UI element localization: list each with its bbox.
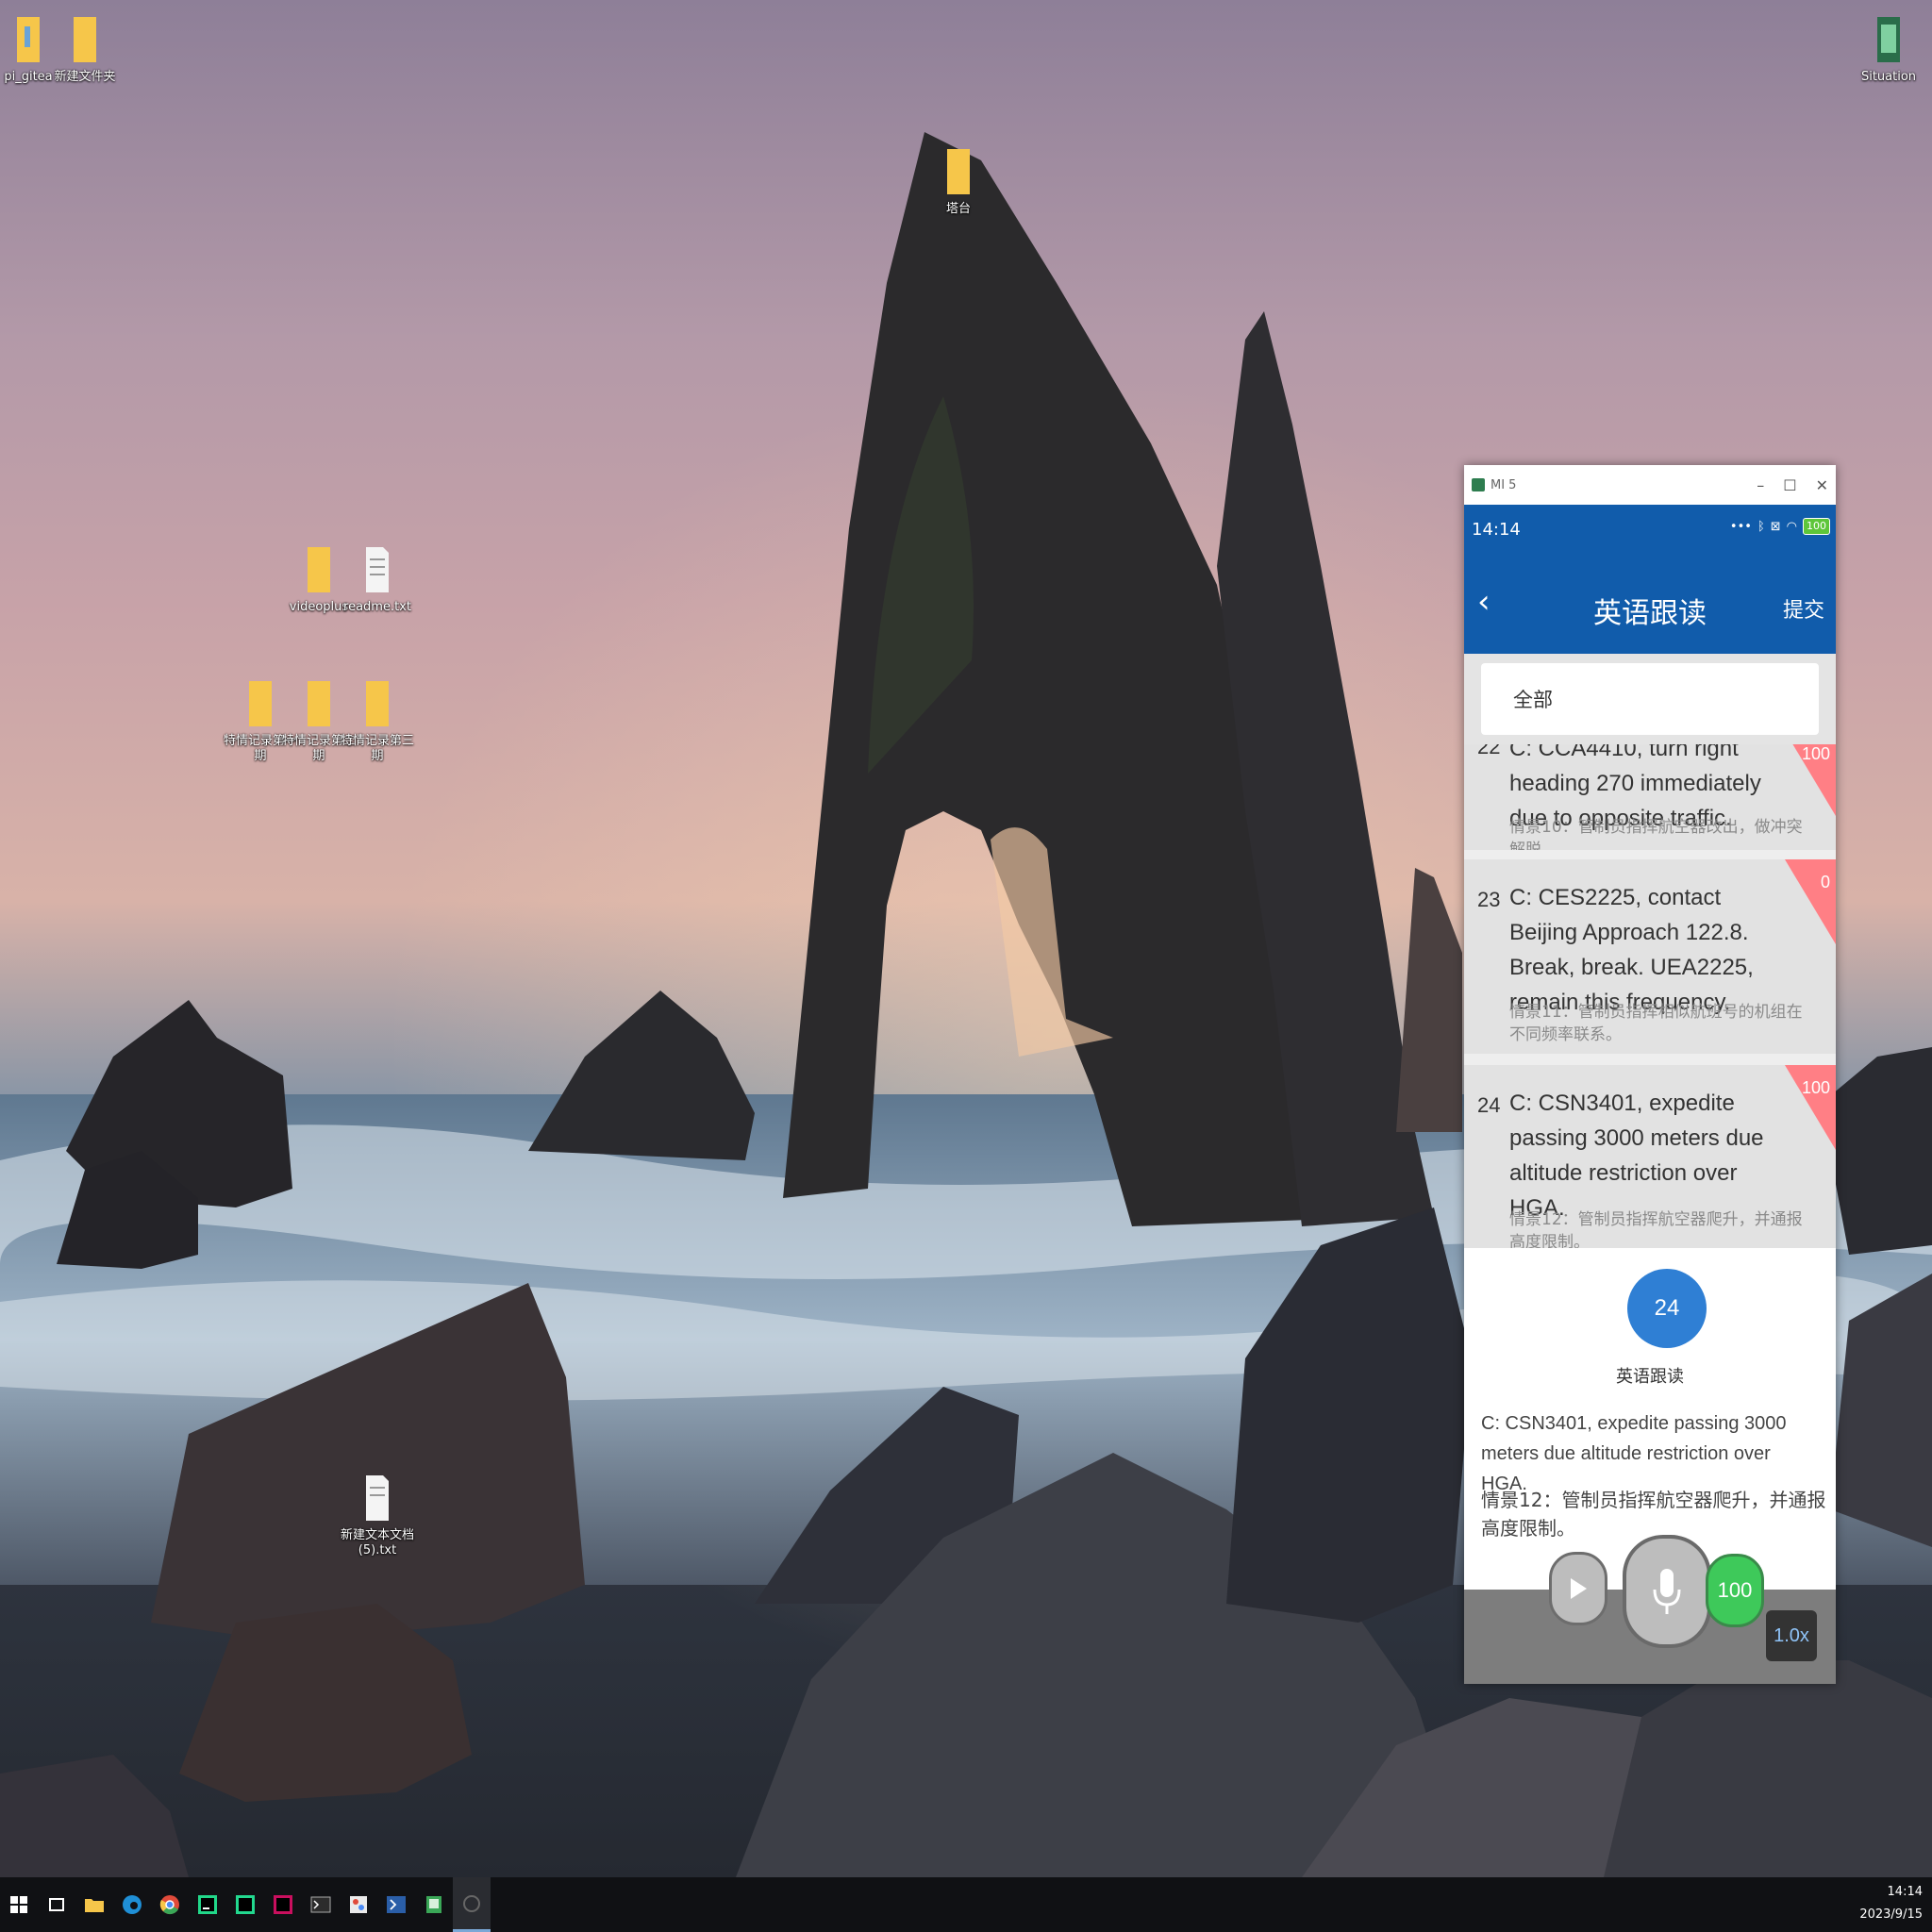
submit-button[interactable]: 提交 — [1783, 593, 1824, 624]
paint-icon — [350, 1896, 367, 1913]
folder-icon — [308, 681, 330, 726]
folder-icon — [74, 17, 96, 62]
taskbar-chrome[interactable] — [151, 1877, 189, 1932]
taskbar-active-app[interactable] — [453, 1877, 491, 1932]
item-score: 100 — [1801, 1078, 1830, 1097]
minimize-icon[interactable]: – — [1757, 476, 1764, 494]
system-clock[interactable]: 14:14 2023/9/15 — [1859, 1881, 1923, 1926]
folder-icon — [366, 681, 389, 726]
desktop-icon-new-folder[interactable]: 新建文件夹 — [45, 13, 125, 85]
taskbar-edge[interactable] — [113, 1877, 151, 1932]
wifi-icon: ◠ — [1786, 519, 1797, 534]
phone-status-bar: 14:14 ••• ᛒ ⊠ ◠ 100 — [1464, 505, 1836, 554]
taskbar-rider[interactable] — [264, 1877, 302, 1932]
status-time: 14:14 — [1472, 519, 1521, 540]
detail-label: 英语跟读 — [1616, 1367, 1684, 1387]
item-score: 100 — [1801, 744, 1830, 763]
filter-bar: 全部 — [1464, 654, 1836, 744]
taskbar-datagrip[interactable] — [226, 1877, 264, 1932]
pycharm-icon — [198, 1895, 217, 1914]
app-icon — [1472, 478, 1485, 491]
window-titlebar[interactable]: MI 5 – ☐ ✕ — [1464, 465, 1836, 505]
page-title: 英语跟读 — [1593, 597, 1707, 630]
desktop-icon-scene-3[interactable]: 特情记录第三期 — [338, 677, 417, 764]
taskbar-paint[interactable] — [340, 1877, 377, 1932]
start-button[interactable] — [0, 1877, 38, 1932]
desktop-icon-tower[interactable]: 塔台 — [919, 145, 998, 217]
play-button[interactable] — [1549, 1552, 1607, 1625]
current-item-number: 24 — [1627, 1269, 1707, 1348]
taskbar-pycharm[interactable] — [189, 1877, 226, 1932]
desktop-icon-situation[interactable]: Situation — [1849, 13, 1928, 85]
play-icon — [1571, 1578, 1587, 1599]
datagrip-icon — [236, 1895, 255, 1914]
folder-icon — [85, 1899, 104, 1912]
taskbar-android-emulator[interactable] — [415, 1877, 453, 1932]
item-chinese: 情景12：管制员指挥航空器爬升，并通报高度限制。 — [1509, 1210, 1803, 1250]
control-bar: 100 1.0x — [1464, 1535, 1836, 1684]
powershell-icon — [387, 1896, 406, 1913]
text-file-icon — [366, 547, 389, 592]
desktop-icon-readme[interactable]: readme.txt — [338, 543, 417, 615]
window-title: MI 5 — [1491, 477, 1517, 492]
android-emulator-icon — [426, 1896, 441, 1913]
desktop-wallpaper: pi_gitea 新建文件夹 Situation 塔台 videoplus re… — [0, 0, 1932, 1877]
taskbar-powershell[interactable] — [377, 1877, 415, 1932]
item-number: 22 — [1477, 744, 1501, 758]
item-number: 23 — [1477, 888, 1501, 911]
item-chinese: 情景11：管制员指挥相似航班号的机组在不同频率联系。 — [1509, 1003, 1803, 1044]
score-ribbon: 100 — [1785, 744, 1836, 816]
folder-icon — [17, 17, 40, 62]
app-shortcut-icon — [1877, 17, 1900, 62]
score-ribbon: 100 — [1785, 1065, 1836, 1150]
battery-icon: 100 — [1803, 518, 1830, 535]
emulator-window: MI 5 – ☐ ✕ 14:14 ••• ᛒ ⊠ ◠ 100 ‹ 英语跟读 提交… — [1464, 465, 1836, 1684]
more-icon: ••• — [1729, 519, 1752, 534]
folder-icon — [249, 681, 272, 726]
score-button[interactable]: 100 — [1706, 1554, 1764, 1627]
sim-icon: ⊠ — [1770, 519, 1781, 534]
task-view-icon — [49, 1898, 64, 1911]
close-icon[interactable]: ✕ — [1816, 476, 1828, 494]
terminal-icon — [310, 1896, 331, 1913]
clock-time: 14:14 — [1887, 1885, 1923, 1899]
list-item[interactable]: 24 C: CSN3401, expedite passing 3000 met… — [1464, 1065, 1836, 1250]
item-english: C: CSN3401, expedite passing 3000 meters… — [1509, 1091, 1764, 1221]
item-number: 24 — [1477, 1093, 1501, 1117]
sentence-list[interactable]: 22 C: CCA4410, turn right heading 270 im… — [1464, 744, 1836, 1250]
app-window-icon — [463, 1894, 480, 1912]
detail-panel: 24 英语跟读 C: CSN3401, expedite passing 300… — [1464, 1248, 1836, 1584]
item-chinese: 情景10：管制员指挥航空器改出，做冲突解脱。 — [1509, 818, 1803, 850]
rider-icon — [274, 1895, 292, 1914]
maximize-icon[interactable]: ☐ — [1783, 476, 1796, 494]
desktop-icon-new-text-doc[interactable]: 新建文本文档 (5).txt — [338, 1472, 417, 1558]
bluetooth-icon: ᛒ — [1757, 519, 1765, 534]
list-item[interactable]: 23 C: CES2225, contact Beijing Approach … — [1464, 859, 1836, 1054]
folder-icon — [308, 547, 330, 592]
edge-browser-icon — [123, 1895, 142, 1914]
taskbar: 14:14 2023/9/15 — [0, 1877, 1932, 1932]
folder-icon — [947, 149, 970, 194]
record-button[interactable] — [1623, 1535, 1711, 1648]
item-english: C: CES2225, contact Beijing Approach 122… — [1509, 885, 1754, 1015]
chrome-browser-icon — [159, 1895, 179, 1915]
list-item[interactable]: 22 C: CCA4410, turn right heading 270 im… — [1464, 744, 1836, 850]
taskbar-file-explorer[interactable] — [75, 1877, 113, 1932]
microphone-icon — [1653, 1569, 1681, 1614]
taskbar-terminal[interactable] — [302, 1877, 340, 1932]
score-ribbon: 0 — [1785, 859, 1836, 944]
windows-logo-icon — [10, 1896, 27, 1913]
playback-speed-button[interactable]: 1.0x — [1766, 1610, 1817, 1661]
clock-date: 2023/9/15 — [1859, 1907, 1923, 1922]
filter-dropdown[interactable]: 全部 — [1481, 663, 1819, 735]
detail-chinese: 情景12：管制员指挥航空器爬升，并通报高度限制。 — [1481, 1489, 1826, 1540]
item-score: 0 — [1820, 873, 1830, 891]
app-header: ‹ 英语跟读 提交 — [1464, 554, 1836, 654]
task-view-button[interactable] — [38, 1877, 75, 1932]
text-file-icon — [366, 1475, 389, 1521]
